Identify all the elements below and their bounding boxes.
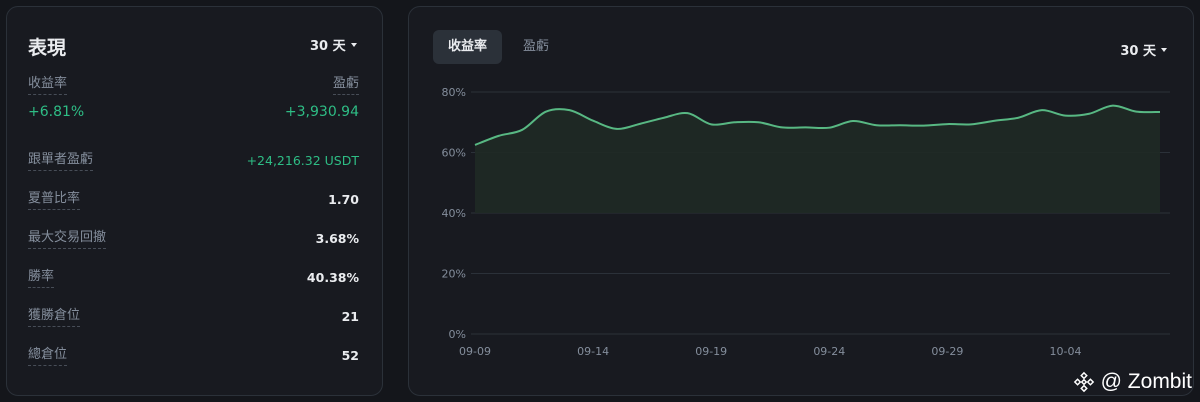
stat-row-total-positions: 總倉位 52 [28,347,359,367]
stat-value: 21 [341,309,359,324]
roi-value: +6.81% [28,104,85,120]
y-tick-label: 80% [442,86,466,99]
watermark: @ Zombit [1073,370,1192,394]
stat-row-max-drawdown: 最大交易回撤 3.68% [28,230,359,250]
stat-row-sharpe-ratio: 夏普比率 1.70 [28,191,359,211]
x-tick-label: 09-14 [577,345,609,358]
pnl-label[interactable]: 盈虧 [332,76,359,95]
stat-value: 1.70 [328,192,359,207]
y-tick-label: 0% [449,328,466,341]
performance-title: 表現 [28,37,67,59]
x-tick-label: 09-29 [931,345,963,358]
stat-value: +24,216.32 USDT [246,153,359,168]
stat-value: 40.38% [306,270,359,285]
roi-chart: 0% 20% 40% 60% 80% 09-09 09-14 09-19 09-24 09-29 1… [442,86,1170,358]
area-fill [475,105,1160,213]
page: 表現 30 天 收益率 盈虧 +6.81% +3,930.94 跟單者盈虧 +2… [0,0,1200,402]
watermark-text: @ Zombit [1100,370,1192,393]
stat-row-win-rate: 勝率 40.38% [28,269,359,289]
y-tick-label: 40% [442,207,466,220]
performance-card: 表現 30 天 收益率 盈虧 +6.81% +3,930.94 跟單者盈虧 +2… [6,6,383,396]
stat-label[interactable]: 獲勝倉位 [28,308,81,327]
stat-label[interactable]: 勝率 [28,269,55,288]
x-tick-label: 09-09 [459,345,491,358]
stat-value: 52 [341,348,359,363]
caret-down-icon [350,43,357,47]
x-tick-label: 09-24 [813,345,845,358]
stat-label[interactable]: 跟單者盈虧 [28,152,94,171]
y-tick-label: 20% [442,268,466,281]
x-tick-label: 09-19 [695,345,727,358]
stat-row-copier-pnl: 跟單者盈虧 +24,216.32 USDT [28,152,359,172]
roi-label[interactable]: 收益率 [28,76,68,95]
stat-label[interactable]: 總倉位 [28,347,68,366]
period-dropdown[interactable]: 30 天 [310,35,357,54]
stat-label[interactable]: 最大交易回撤 [28,230,107,249]
y-tick-label: 60% [442,147,466,160]
pnl-value: +3,930.94 [284,104,359,120]
stat-value: 3.68% [315,231,359,246]
period-dropdown-label: 30 天 [310,39,346,54]
stat-row-winning-positions: 獲勝倉位 21 [28,308,359,328]
stat-label[interactable]: 夏普比率 [28,191,81,210]
binance-logo-icon [1073,371,1094,393]
chart-card: 收益率 盈虧 30 天 0% 20% 40% 60% 80% 09-09 09-14 09-1… [408,6,1194,396]
x-tick-label: 10-04 [1050,345,1082,358]
